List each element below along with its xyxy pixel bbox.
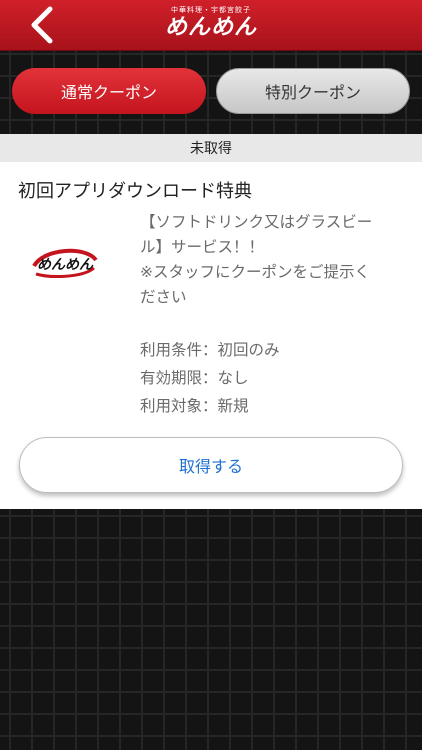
coupon-card: 未取得 初回アプリダウンロード特典 めんめん 【ソフトドリンク又はグラスビー ル… [0,134,422,509]
description-line: ださい [140,288,187,306]
get-coupon-button[interactable]: 取得する [19,437,403,493]
coupon-conditions: 利用条件：初回のみ 有効期限：なし 利用対象：新規 [140,336,410,420]
app-header: 中華料理・宇都宮餃子 めんめん [0,0,422,51]
coupon-tabs: 通常クーポン 特別クーポン [12,68,410,114]
tab-special-coupon[interactable]: 特別クーポン [216,68,410,114]
condition-usage: 利用条件：初回のみ [140,341,280,359]
coupon-description: 【ソフトドリンク又はグラスビー ル】サービス！！ ※スタッフにクーポンをご提示く… [140,210,410,310]
tab-normal-coupon[interactable]: 通常クーポン [12,68,206,114]
description-line: ル】サービス！！ [140,238,265,256]
logo-text: めんめん [164,15,257,40]
coupon-logo-text: めんめん [37,257,94,273]
condition-expiry: 有効期限：なし [140,369,249,387]
description-line: 【ソフトドリンク又はグラスビー [140,213,373,231]
logo-subtitle: 中華料理・宇都宮餃子 [171,6,251,14]
header-logo: 中華料理・宇都宮餃子 めんめん [0,6,422,41]
condition-target: 利用対象：新規 [140,397,249,415]
coupon-title: 初回アプリダウンロード特典 [18,181,252,202]
coupon-logo-image: めんめん [30,244,100,280]
coupon-status: 未取得 [0,134,422,162]
description-line: ※スタッフにクーポンをご提示く [140,263,370,281]
